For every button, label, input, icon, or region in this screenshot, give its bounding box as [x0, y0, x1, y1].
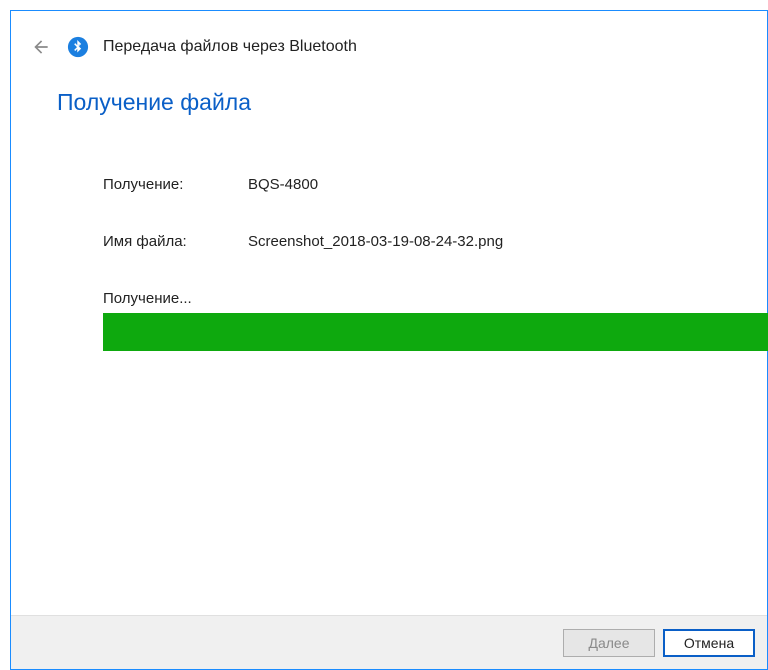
filename-row: Имя файла: Screenshot_2018-03-19-08-24-3… — [103, 233, 721, 250]
progress-bar — [103, 313, 768, 351]
back-button[interactable] — [29, 35, 53, 59]
arrow-left-icon — [31, 37, 51, 57]
page-heading: Получение файла — [57, 89, 721, 116]
content-area: Получение файла Получение: BQS-4800 Имя … — [11, 69, 767, 615]
window-header: Передача файлов через Bluetooth — [11, 11, 767, 69]
status-label: Получение... — [103, 290, 721, 307]
transfer-details: Получение: BQS-4800 Имя файла: Screensho… — [57, 176, 721, 351]
bluetooth-transfer-window: Передача файлов через Bluetooth Получени… — [10, 10, 768, 670]
window-title: Передача файлов через Bluetooth — [103, 38, 357, 56]
filename-label: Имя файла: — [103, 233, 248, 250]
next-button: Далее — [563, 629, 655, 657]
dialog-footer: Далее Отмена — [11, 615, 767, 669]
receiving-from-row: Получение: BQS-4800 — [103, 176, 721, 193]
filename-value: Screenshot_2018-03-19-08-24-32.png — [248, 233, 721, 250]
receiving-from-value: BQS-4800 — [248, 176, 721, 193]
bluetooth-icon — [67, 36, 89, 58]
receiving-from-label: Получение: — [103, 176, 248, 193]
cancel-button[interactable]: Отмена — [663, 629, 755, 657]
